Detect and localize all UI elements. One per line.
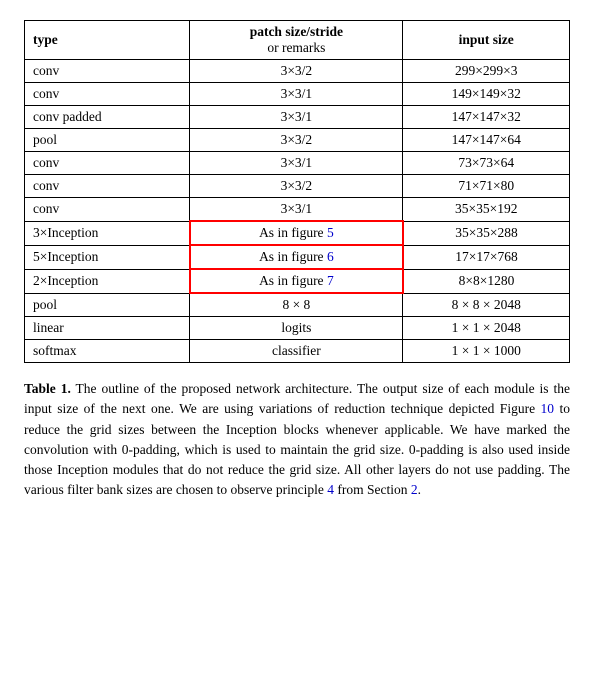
- cell-type: linear: [25, 317, 190, 340]
- caption-text1: The outline of the proposed network arch…: [24, 381, 570, 416]
- cell-type: conv: [25, 60, 190, 83]
- header-input: input size: [403, 21, 570, 60]
- cell-patch: 8 × 8: [190, 293, 403, 317]
- architecture-table: type patch size/stride or remarks input …: [24, 20, 570, 363]
- table-row: softmaxclassifier1 × 1 × 1000: [25, 340, 570, 363]
- cell-type: 3×Inception: [25, 221, 190, 245]
- table-row: 3×InceptionAs in figure 535×35×288: [25, 221, 570, 245]
- cell-input: 17×17×768: [403, 245, 570, 269]
- table-row: 5×InceptionAs in figure 617×17×768: [25, 245, 570, 269]
- table-row: 2×InceptionAs in figure 78×8×1280: [25, 269, 570, 293]
- header-input-label: input size: [459, 32, 514, 47]
- header-type: type: [25, 21, 190, 60]
- header-patch: patch size/stride or remarks: [190, 21, 403, 60]
- cell-type: 5×Inception: [25, 245, 190, 269]
- cell-input: 73×73×64: [403, 152, 570, 175]
- cell-type: conv: [25, 152, 190, 175]
- figure-link[interactable]: 7: [327, 273, 334, 288]
- cell-patch: 3×3/1: [190, 83, 403, 106]
- architecture-table-wrapper: type patch size/stride or remarks input …: [24, 20, 570, 363]
- header-type-label: type: [33, 32, 58, 47]
- cell-patch: 3×3/2: [190, 60, 403, 83]
- table-row: conv padded3×3/1147×147×32: [25, 106, 570, 129]
- figure-text: As in figure: [259, 273, 327, 288]
- cell-input: 147×147×32: [403, 106, 570, 129]
- cell-input: 1 × 1 × 1000: [403, 340, 570, 363]
- table-row: linearlogits1 × 1 × 2048: [25, 317, 570, 340]
- cell-patch: classifier: [190, 340, 403, 363]
- table-row: pool3×3/2147×147×64: [25, 129, 570, 152]
- figure-link[interactable]: 6: [327, 249, 334, 264]
- figure-link[interactable]: 5: [327, 225, 334, 240]
- cell-type: conv padded: [25, 106, 190, 129]
- cell-input: 35×35×192: [403, 198, 570, 222]
- cell-patch: logits: [190, 317, 403, 340]
- table-row: conv3×3/271×71×80: [25, 175, 570, 198]
- header-patch-main: patch size/stride: [198, 24, 394, 40]
- cell-input: 35×35×288: [403, 221, 570, 245]
- cell-patch: 3×3/1: [190, 106, 403, 129]
- cell-type: pool: [25, 129, 190, 152]
- caption-text3: from Section: [334, 482, 411, 497]
- caption-text4: .: [418, 482, 421, 497]
- figure-text: As in figure: [259, 225, 327, 240]
- header-patch-sub: or remarks: [198, 40, 394, 56]
- cell-patch: 3×3/2: [190, 129, 403, 152]
- cell-type: conv: [25, 83, 190, 106]
- caption-link1[interactable]: 10: [541, 401, 555, 416]
- cell-type: softmax: [25, 340, 190, 363]
- cell-patch: 3×3/1: [190, 198, 403, 222]
- cell-type: pool: [25, 293, 190, 317]
- table-row: conv3×3/173×73×64: [25, 152, 570, 175]
- cell-input: 71×71×80: [403, 175, 570, 198]
- cell-input: 149×149×32: [403, 83, 570, 106]
- cell-input: 8 × 8 × 2048: [403, 293, 570, 317]
- table-row: conv3×3/135×35×192: [25, 198, 570, 222]
- cell-input: 1 × 1 × 2048: [403, 317, 570, 340]
- cell-type: conv: [25, 198, 190, 222]
- cell-patch: 3×3/2: [190, 175, 403, 198]
- cell-input: 8×8×1280: [403, 269, 570, 293]
- cell-patch: As in figure 5: [190, 221, 403, 245]
- table-row: conv3×3/1149×149×32: [25, 83, 570, 106]
- cell-patch: 3×3/1: [190, 152, 403, 175]
- caption-link3[interactable]: 2: [411, 482, 418, 497]
- cell-patch: As in figure 7: [190, 269, 403, 293]
- cell-patch: As in figure 6: [190, 245, 403, 269]
- cell-input: 299×299×3: [403, 60, 570, 83]
- table-row: pool8 × 88 × 8 × 2048: [25, 293, 570, 317]
- table-body: conv3×3/2299×299×3conv3×3/1149×149×32con…: [25, 60, 570, 363]
- figure-text: As in figure: [259, 249, 327, 264]
- table-caption: Table 1. The outline of the proposed net…: [24, 379, 570, 501]
- cell-input: 147×147×64: [403, 129, 570, 152]
- cell-type: 2×Inception: [25, 269, 190, 293]
- caption-label: Table 1.: [24, 381, 71, 396]
- cell-type: conv: [25, 175, 190, 198]
- table-row: conv3×3/2299×299×3: [25, 60, 570, 83]
